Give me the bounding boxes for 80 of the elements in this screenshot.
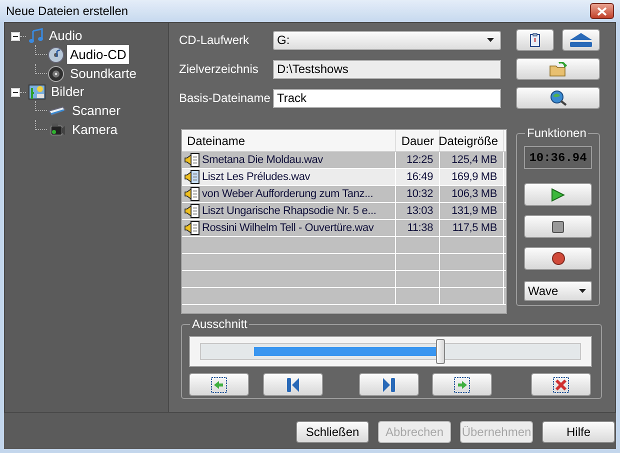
audio-file-icon [184, 204, 200, 218]
camcorder-icon [48, 122, 66, 136]
tree-item[interactable]: Bilder [49, 82, 86, 102]
table-cell-text: 11:38 [407, 220, 433, 236]
delete-button[interactable] [531, 373, 591, 396]
record-icon [552, 252, 564, 265]
close-button[interactable] [590, 3, 614, 19]
stop-button[interactable] [524, 215, 592, 238]
skip-forward-icon [382, 376, 396, 392]
clipboard-button[interactable] [516, 29, 554, 51]
field-label: CD-Laufwerk [179, 32, 250, 49]
record-button[interactable] [524, 247, 592, 270]
table-cell-text: 10:32 [406, 186, 433, 202]
cd-icon [48, 46, 64, 62]
range-slider[interactable] [189, 336, 592, 367]
slider-thumb[interactable] [436, 339, 445, 364]
column-header[interactable]: Dauer [396, 130, 440, 151]
tree-item[interactable]: Soundkarte [67, 64, 140, 84]
group-label: Ausschnitt [191, 316, 248, 333]
image-icon [28, 84, 46, 100]
audio-file-icon [184, 170, 200, 184]
table-cell-text: 13:03 [406, 204, 433, 219]
dialog-button[interactable]: Schließen [296, 421, 369, 443]
table-row[interactable]: Liszt Les Préludes.wav 16:49 169,9 MB [182, 169, 506, 186]
collapse-toggle[interactable] [11, 88, 20, 96]
table-cell-text: 16:49 [406, 170, 433, 185]
table-cell-text: Liszt Ungarische Rhapsodie Nr. 5 e... [202, 204, 376, 219]
folder-icon [549, 62, 567, 76]
field-label: Zielverzeichnis [179, 61, 260, 78]
stop-icon [552, 220, 564, 232]
tree-item[interactable]: Audio [47, 26, 84, 46]
table-row[interactable]: von Weber Aufforderung zum Tanz... 10:32 106,3 MB [182, 186, 506, 203]
table-row[interactable]: Rossini Wilhelm Tell - Ouvertüre.wav 11:38 117,5 MB [182, 220, 506, 237]
timer-display: 10:36.94 [524, 146, 592, 169]
group-label: Funktionen [526, 125, 588, 142]
window-title: Neue Dateien erstellen [6, 3, 128, 20]
table-cell-text: 125,4 MB [452, 152, 497, 168]
drive-dropdown[interactable]: G: [273, 30, 501, 50]
table-cell-text: 117,5 MB [452, 220, 497, 236]
table-cell-text: Rossini Wilhelm Tell - Ouvertüre.wav [202, 220, 374, 236]
tree-item[interactable]: Scanner [69, 100, 124, 120]
table-cell-text: 12:25 [406, 152, 433, 168]
tree-item[interactable]: Kamera [69, 120, 121, 140]
set-start-button[interactable] [189, 373, 249, 396]
eject-icon [569, 33, 593, 47]
table-cell-text: 106,3 MB [452, 186, 497, 202]
delete-icon [553, 376, 569, 392]
browse-folder-button[interactable] [516, 58, 600, 80]
scanner-icon [48, 104, 66, 116]
input-field[interactable]: Track [273, 88, 501, 108]
skip-forward-button[interactable] [359, 373, 419, 396]
search-button[interactable] [516, 87, 600, 109]
skip-back-icon [286, 376, 300, 392]
table-cell-text: Liszt Les Préludes.wav [202, 170, 310, 185]
skip-back-button[interactable] [263, 373, 323, 396]
clipboard-icon [530, 33, 540, 47]
table-cell-text: Smetana Die Moldau.wav [202, 152, 323, 168]
input-field[interactable]: D:\Testshows [273, 60, 501, 78]
table-cell-text: 131,9 MB [452, 204, 497, 219]
table-cell-text: 169,9 MB [452, 170, 497, 185]
format-dropdown[interactable]: Wave [524, 281, 592, 301]
caret-icon [579, 289, 586, 293]
tree-item[interactable]: Audio-CD [67, 44, 130, 64]
column-header[interactable]: Dateiname [182, 130, 396, 151]
column-header[interactable]: Dateigröße [440, 130, 504, 151]
table-row[interactable]: Liszt Ungarische Rhapsodie Nr. 5 e... 13:03 131,9 MB [182, 203, 506, 220]
table-cell-text: von Weber Aufforderung zum Tanz... [202, 186, 374, 202]
dialog-button[interactable]: Hilfe [542, 421, 615, 443]
search-icon [549, 90, 567, 106]
close-icon [597, 6, 607, 16]
audio-file-icon [184, 221, 200, 235]
music-note-icon [28, 28, 44, 44]
audio-file-icon [184, 187, 200, 201]
caret-icon [487, 38, 494, 42]
play-button[interactable] [524, 183, 592, 206]
set-end-button[interactable] [432, 373, 492, 396]
field-label: Basis-Dateiname [179, 90, 272, 107]
eject-button[interactable] [562, 29, 600, 51]
play-icon [551, 188, 565, 202]
collapse-toggle[interactable] [11, 32, 20, 40]
